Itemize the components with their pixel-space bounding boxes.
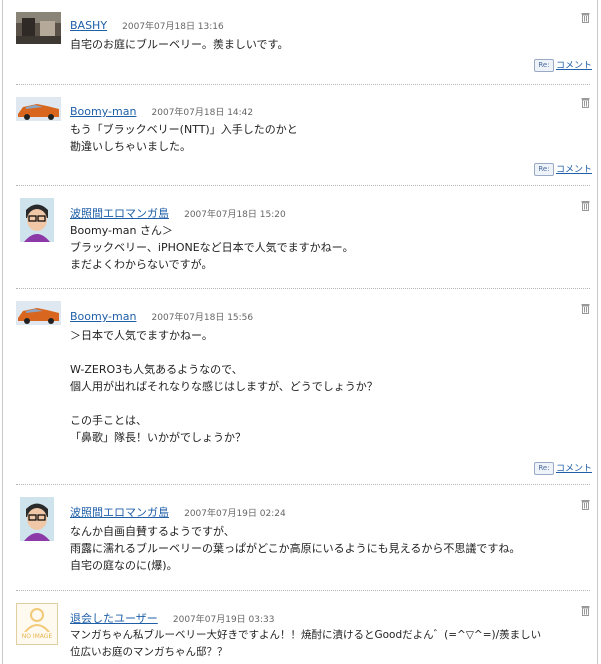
comment-body: ＞日本で人気でますかねー。 W-ZERO3も人気あるようなので、 個人用が出れば… (70, 329, 378, 444)
reply-link[interactable]: Re: コメント (533, 58, 592, 72)
avatar[interactable] (16, 301, 61, 325)
commenter-name[interactable]: 退会したユーザー (70, 612, 158, 625)
commenter-name[interactable]: 波照間エロマンガ島 (70, 506, 169, 519)
comment-body: Boomy-man さん＞ ブラックベリー、iPHONEなど日本で人気でますかね… (70, 224, 354, 271)
trash-icon[interactable] (580, 200, 591, 211)
trash-icon[interactable] (580, 499, 591, 510)
reply-label: コメント (555, 464, 592, 474)
reply-label: コメント (555, 61, 592, 71)
trash-icon[interactable] (580, 605, 591, 616)
commenter-name[interactable]: Boomy-man (70, 310, 136, 323)
comment-date: 2007年07月18日 14:42 (151, 108, 254, 118)
comment-body: マンガちゃん私ブルーベリー大好きですよん！！焼酎に漬けるとGoodだよん゛(=^… (70, 629, 542, 658)
commenter-name[interactable]: Boomy-man (70, 105, 136, 118)
reply-label: コメント (555, 165, 592, 175)
comment-date: 2007年07月18日 15:20 (184, 210, 286, 220)
comment-item: Boomy-man 2007年07月18日 15:56 ＞日本で人気でますかねー… (3, 289, 597, 484)
avatar[interactable] (16, 97, 61, 121)
commenter-name[interactable]: 波照間エロマンガ島 (70, 207, 169, 220)
avatar[interactable]: NO IMAGE (16, 603, 58, 645)
trash-icon[interactable] (580, 303, 591, 314)
right-border (597, 0, 598, 664)
re-icon: Re: (533, 59, 554, 72)
comment-item: Boomy-man 2007年07月18日 14:42 もう「ブラックベリー(N… (3, 85, 597, 185)
placeholder-person-icon (24, 608, 50, 632)
avatar[interactable] (20, 198, 54, 242)
comment-item: 波照間エロマンガ島 2007年07月19日 02:24 なんか自画自賛するようで… (3, 485, 597, 590)
reply-link[interactable]: Re: コメント (533, 162, 592, 176)
re-icon: Re: (533, 462, 554, 475)
comment-date: 2007年07月19日 02:24 (184, 509, 286, 519)
comment-item: NO IMAGE 退会したユーザー 2007年07月19日 03:33 マンガち… (3, 591, 597, 664)
comment-date: 2007年07月19日 03:33 (172, 615, 275, 625)
comment-date: 2007年07月18日 13:16 (122, 22, 224, 32)
comment-date: 2007年07月18日 15:56 (151, 313, 254, 323)
no-image-label: NO IMAGE (21, 633, 53, 640)
comment-body: もう「ブラックベリー(NTT)」入手したのかと 勘違いしちゃいました。 (70, 123, 298, 153)
avatar[interactable] (16, 12, 61, 44)
comment-body: なんか自画自賛するようですが、 雨露に濡れるブルーベリーの葉っぱがどこか高原にい… (70, 525, 521, 572)
reply-link[interactable]: Re: コメント (533, 461, 592, 475)
comment-item: BASHY 2007年07月18日 13:16 自宅のお庭にブルーベリー。羨まし… (3, 0, 597, 84)
commenter-name[interactable]: BASHY (70, 19, 107, 32)
re-icon: Re: (533, 163, 554, 176)
avatar[interactable] (20, 497, 54, 541)
trash-icon[interactable] (580, 97, 591, 108)
comment-body: 自宅のお庭にブルーベリー。羨ましいです。 (70, 38, 289, 51)
trash-icon[interactable] (580, 12, 591, 23)
comment-item: 波照間エロマンガ島 2007年07月18日 15:20 Boomy-man さん… (3, 186, 597, 288)
